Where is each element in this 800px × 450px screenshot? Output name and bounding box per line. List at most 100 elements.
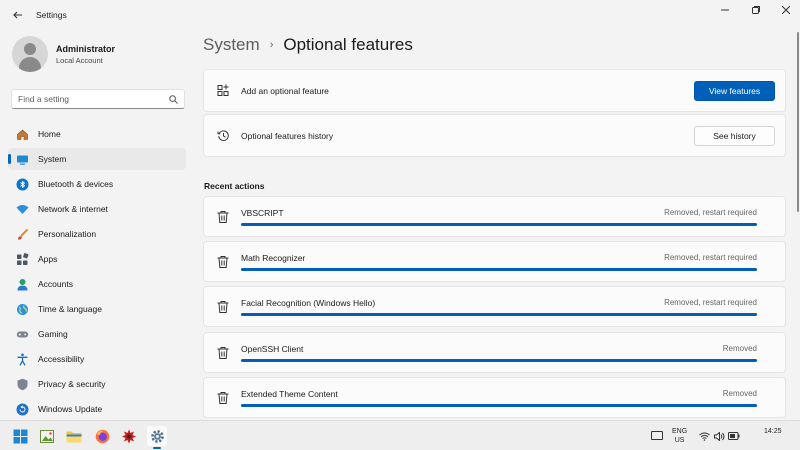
firefox-icon <box>95 429 109 443</box>
user-profile[interactable]: Administrator Local Account <box>12 36 115 72</box>
breadcrumb: System › Optional features <box>203 35 413 55</box>
breadcrumb-parent[interactable]: System <box>203 35 260 55</box>
accounts-icon <box>14 276 30 292</box>
sidebar-item-accessibility[interactable]: Accessibility <box>8 348 186 370</box>
sidebar-item-network[interactable]: Network & internet <box>8 198 186 220</box>
sidebar-item-bluetooth[interactable]: Bluetooth & devices <box>8 173 186 195</box>
title-bar: Settings <box>0 0 800 30</box>
shield-icon <box>14 376 30 392</box>
battery-icon <box>728 432 740 440</box>
taskbar-settings[interactable] <box>147 426 167 449</box>
search-input[interactable] <box>18 94 169 104</box>
taskbar-file-explorer[interactable] <box>64 426 84 446</box>
file-explorer-icon <box>66 431 82 442</box>
recent-action-item: OpenSSH Client Removed <box>203 332 786 373</box>
action-status: Removed <box>722 344 757 353</box>
minimize-button[interactable] <box>710 0 740 20</box>
gamepad-icon <box>14 326 30 342</box>
paint-app-icon <box>122 429 136 443</box>
volume-status[interactable] <box>712 426 726 446</box>
action-feature-name: Extended Theme Content <box>241 389 338 399</box>
input-language[interactable]: ENG US <box>672 427 687 445</box>
action-status: Removed <box>722 389 757 398</box>
recent-action-item: VBSCRIPT Removed, restart required <box>203 196 786 237</box>
history-label: Optional features history <box>241 130 334 141</box>
page-title: Optional features <box>283 35 413 54</box>
see-history-button[interactable]: See history <box>694 126 775 146</box>
breadcrumb-separator: › <box>269 39 274 51</box>
recent-action-item: Extended Theme Content Removed <box>203 377 786 418</box>
back-button[interactable] <box>6 3 30 27</box>
action-status: Removed, restart required <box>664 253 757 262</box>
action-feature-name: Facial Recognition (Windows Hello) <box>241 298 376 308</box>
progress-bar <box>241 359 757 362</box>
profile-account-type: Local Account <box>56 55 103 65</box>
main-content: System › Optional features Add an option… <box>195 30 795 420</box>
sidebar-item-system[interactable]: System <box>8 148 186 170</box>
sidebar-item-home[interactable]: Home <box>8 123 186 145</box>
view-features-button[interactable]: View features <box>694 81 775 101</box>
system-icon <box>14 151 30 167</box>
sidebar-item-label: Network & internet <box>38 204 108 214</box>
sidebar-item-label: Apps <box>38 254 58 264</box>
progress-bar <box>241 404 757 407</box>
close-icon <box>782 6 790 14</box>
close-button[interactable] <box>771 0 800 20</box>
sidebar: Administrator Local Account Home System … <box>0 30 195 420</box>
taskbar: ENG US 14:25 <box>0 420 800 450</box>
sidebar-item-time-language[interactable]: Time & language <box>8 298 186 320</box>
action-feature-name: Math Recognizer <box>241 253 306 263</box>
battery-status[interactable] <box>727 426 741 446</box>
action-feature-name: OpenSSH Client <box>241 344 304 354</box>
add-feature-label: Add an optional feature <box>241 85 329 96</box>
wifi-icon <box>698 432 710 441</box>
speaker-icon <box>713 431 724 441</box>
taskbar-action-center[interactable] <box>647 426 667 446</box>
taskbar-clock[interactable]: 14:25 <box>764 427 782 436</box>
sidebar-nav: Home System Bluetooth & devices Network … <box>8 123 186 423</box>
recent-actions-heading: Recent actions <box>204 181 265 191</box>
sidebar-item-gaming[interactable]: Gaming <box>8 323 186 345</box>
progress-bar <box>241 313 757 316</box>
sidebar-item-windows-update[interactable]: Windows Update <box>8 398 186 420</box>
home-icon <box>14 126 30 142</box>
sidebar-item-apps[interactable]: Apps <box>8 248 186 270</box>
add-feature-icon <box>216 84 230 98</box>
sidebar-item-label: System <box>38 154 67 164</box>
taskbar-firefox[interactable] <box>92 426 112 446</box>
trash-icon <box>217 256 229 268</box>
globe-icon <box>14 301 30 317</box>
settings-icon <box>150 429 164 443</box>
network-icon <box>14 201 30 217</box>
minimize-icon <box>721 9 729 11</box>
accessibility-icon <box>14 351 30 367</box>
sidebar-item-personalization[interactable]: Personalization <box>8 223 186 245</box>
wifi-status[interactable] <box>697 426 711 446</box>
trash-icon <box>217 392 229 404</box>
taskbar-photo-app[interactable] <box>37 426 57 446</box>
photo-app-icon <box>39 429 54 443</box>
update-icon <box>14 401 30 417</box>
search-box[interactable] <box>11 89 185 109</box>
sidebar-item-label: Home <box>38 129 61 139</box>
scrollbar[interactable] <box>797 32 799 212</box>
sidebar-item-accounts[interactable]: Accounts <box>8 273 186 295</box>
restore-icon <box>752 6 760 14</box>
brush-icon <box>14 226 30 242</box>
taskbar-paint-app[interactable] <box>119 426 139 446</box>
add-feature-card: Add an optional feature View features <box>203 69 786 112</box>
action-status: Removed, restart required <box>664 208 757 217</box>
search-icon[interactable] <box>169 94 178 104</box>
recent-action-item: Facial Recognition (Windows Hello) Remov… <box>203 286 786 327</box>
sidebar-item-privacy[interactable]: Privacy & security <box>8 373 186 395</box>
notification-panel-icon <box>651 431 663 440</box>
start-button[interactable] <box>10 426 30 446</box>
arrow-left-icon <box>13 11 22 19</box>
history-icon <box>216 129 230 143</box>
sidebar-item-label: Accessibility <box>38 354 85 364</box>
maximize-button[interactable] <box>741 0 771 20</box>
trash-icon <box>217 347 229 359</box>
sidebar-item-label: Bluetooth & devices <box>38 179 114 189</box>
action-feature-name: VBSCRIPT <box>241 208 284 218</box>
sidebar-item-label: Personalization <box>38 229 97 239</box>
